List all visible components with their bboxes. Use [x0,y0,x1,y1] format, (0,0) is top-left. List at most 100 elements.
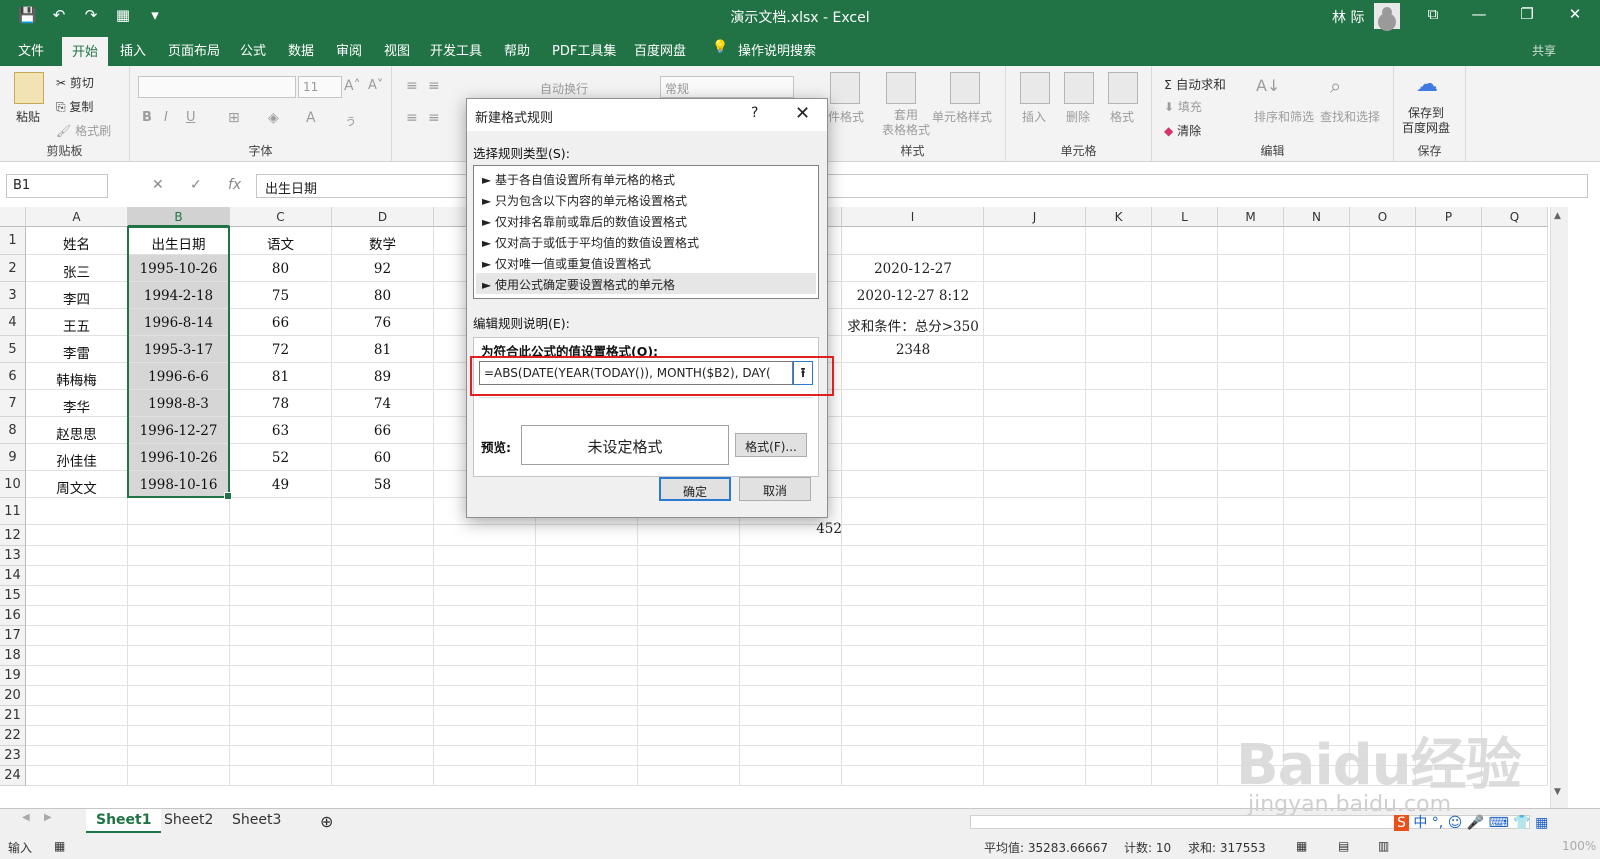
delete-cells-icon[interactable] [1064,72,1094,104]
grid-cell[interactable] [332,746,434,766]
grid-cell[interactable]: 72 [230,336,332,363]
copy-button[interactable]: ⎘ 复制 [56,98,93,115]
clear-button[interactable]: ◆ 清除 [1164,122,1201,139]
grid-cell[interactable] [984,566,1086,586]
grid-cell[interactable] [1152,336,1218,363]
grid-cell[interactable]: 王五 [26,309,128,336]
grid-cell[interactable] [842,525,984,546]
grid-cell[interactable]: 1996-10-26 [128,444,230,471]
grid-cell[interactable] [1350,525,1416,546]
grid-cell[interactable] [984,336,1086,363]
align-top-icon[interactable]: ≡ [406,78,418,94]
restore-button[interactable]: ❐ [1512,5,1542,23]
grid-cell[interactable] [1350,546,1416,566]
grid-cell[interactable] [1152,766,1218,786]
grid-cell[interactable] [26,646,128,666]
grid-cell[interactable] [638,706,740,726]
row-header[interactable]: 9 [0,444,26,471]
grid-cell[interactable] [1086,626,1152,646]
grid-cell[interactable] [984,646,1086,666]
grid-cell[interactable] [1086,309,1152,336]
cut-button[interactable]: ✂ 剪切 [56,74,94,91]
grid-cell[interactable] [230,525,332,546]
grid-cell[interactable] [1416,586,1482,606]
grid-cell[interactable] [1152,227,1218,255]
grid-cell[interactable] [638,666,740,686]
grid-cell[interactable] [1284,309,1350,336]
grid-cell[interactable]: 李华 [26,390,128,417]
grid-cell[interactable] [740,606,842,626]
grid-cell[interactable] [1218,227,1284,255]
grid-cell[interactable] [1284,363,1350,390]
grid-cell[interactable]: 1995-3-17 [128,336,230,363]
row-header[interactable]: 23 [0,746,26,766]
grid-cell[interactable] [128,746,230,766]
grid-cell[interactable] [984,363,1086,390]
insert-function-icon[interactable]: fx [228,177,241,193]
grid-cell[interactable] [842,746,984,766]
column-header[interactable]: D [332,207,434,227]
tell-me-search[interactable]: 操作说明搜索 [738,40,816,59]
font-name-combo[interactable] [138,76,296,98]
grid-cell[interactable] [434,726,536,746]
grid-cell[interactable] [1152,390,1218,417]
grid-cell[interactable] [128,586,230,606]
grid-cell[interactable] [842,706,984,726]
grid-cell[interactable] [1482,606,1548,626]
avatar[interactable] [1374,3,1400,29]
conditional-format-icon[interactable] [830,72,860,104]
grid-cell[interactable] [332,666,434,686]
grid-cell[interactable] [1086,746,1152,766]
grid-cell[interactable] [1218,282,1284,309]
grid-cell[interactable] [842,417,984,444]
grid-cell[interactable] [842,726,984,746]
grid-cell[interactable] [1350,606,1416,626]
grid-cell[interactable] [1350,626,1416,646]
grid-cell[interactable] [26,746,128,766]
grid-cell[interactable] [1416,686,1482,706]
grid-cell[interactable] [536,726,638,746]
grid-cell[interactable] [1482,336,1548,363]
grid-cell[interactable] [740,646,842,666]
grid-cell[interactable] [128,626,230,646]
grid-cell[interactable] [842,566,984,586]
row-header[interactable]: 20 [0,686,26,706]
format-as-table-icon[interactable] [886,72,916,104]
grid-cell[interactable] [332,706,434,726]
grid-cell[interactable] [1152,726,1218,746]
grid-cell[interactable] [1086,255,1152,282]
page-layout-view-icon[interactable]: ▤ [1338,839,1349,853]
grid-cell[interactable] [1482,498,1548,525]
row-header[interactable]: 6 [0,363,26,390]
grid-cell[interactable] [230,766,332,786]
column-header[interactable]: A [26,207,128,227]
grid-cell[interactable] [434,686,536,706]
sort-filter-button[interactable]: 排序和筛选 [1254,108,1314,125]
grid-cell[interactable]: 66 [230,309,332,336]
grid-cell[interactable] [1152,666,1218,686]
tab-baidu-netdisk[interactable]: 百度网盘 [634,40,686,59]
ribbon-display-icon[interactable]: ⧉ [1418,5,1448,23]
grid-cell[interactable] [26,706,128,726]
grid-cell[interactable]: 80 [332,282,434,309]
grid-cell[interactable]: 1996-12-27 [128,417,230,444]
save-to-baidu-button[interactable]: 保存到 百度网盘 [1402,106,1450,136]
grid-cell[interactable] [1152,746,1218,766]
grid-cell[interactable] [1218,471,1284,498]
grid-cell[interactable] [1416,417,1482,444]
grid-cell[interactable] [1086,766,1152,786]
grid-cell[interactable] [984,746,1086,766]
grid-cell[interactable] [1284,255,1350,282]
grid-cell[interactable] [1086,606,1152,626]
grid-cell[interactable] [332,566,434,586]
grid-cell[interactable] [740,746,842,766]
column-header[interactable]: M [1218,207,1284,227]
grid-cell[interactable]: 66 [332,417,434,444]
grid-cell[interactable] [332,525,434,546]
select-all-corner[interactable] [0,207,26,227]
grid-cell[interactable] [1152,525,1218,546]
grid-cell[interactable] [638,726,740,746]
grid-cell[interactable] [1416,471,1482,498]
scroll-up-icon[interactable]: ▲ [1554,211,1561,221]
grid-cell[interactable] [1482,363,1548,390]
